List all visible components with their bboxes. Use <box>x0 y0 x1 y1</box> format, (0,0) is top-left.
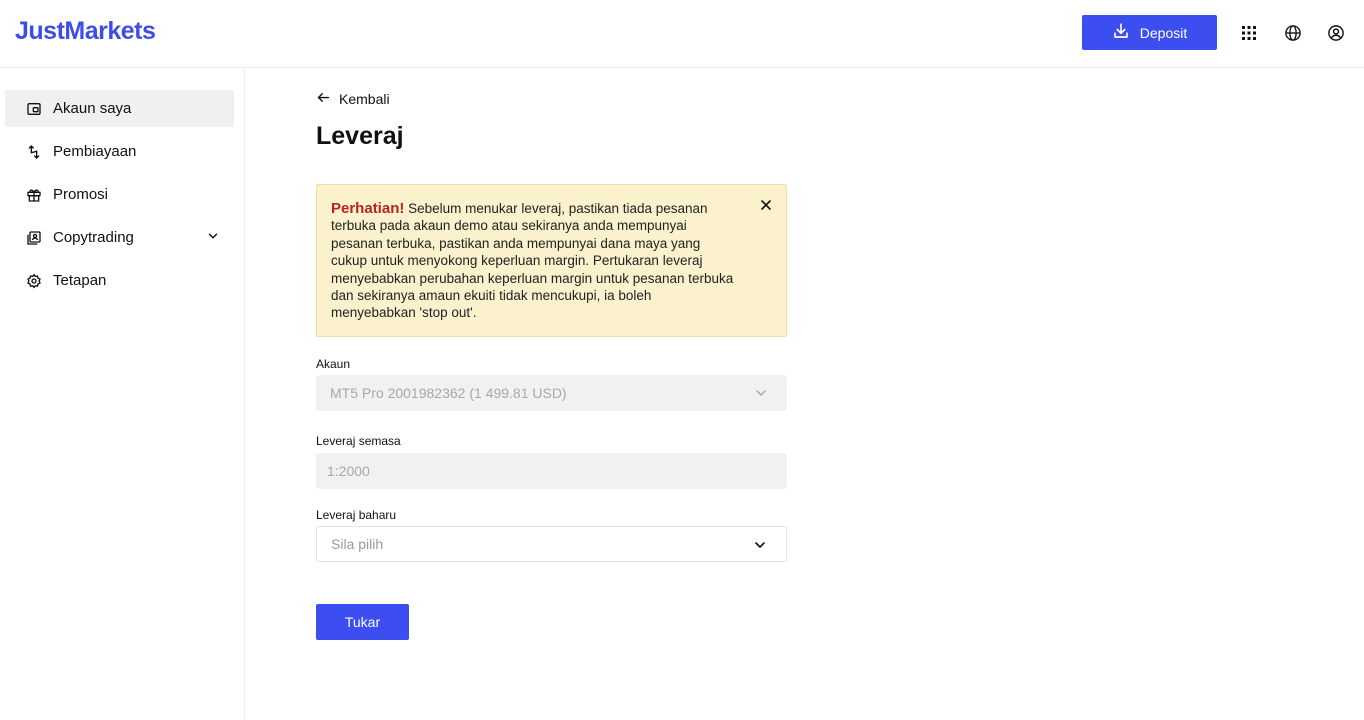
sidebar-item-label: Pembiayaan <box>53 143 137 160</box>
chevron-down-icon <box>752 537 768 556</box>
account-value: MT5 Pro 2001982362 (1 499.81 USD) <box>330 385 567 401</box>
deposit-label: Deposit <box>1139 24 1188 41</box>
apps-grid-icon[interactable] <box>1238 22 1260 44</box>
sidebar-item-akaun-saya[interactable]: Akaun saya <box>5 90 234 127</box>
gear-icon <box>25 272 43 290</box>
chevron-down-icon[interactable] <box>206 229 220 247</box>
top-header: JustMarkets Deposit <box>0 0 1364 68</box>
wallet-icon <box>25 100 43 118</box>
current-leverage-label: Leveraj semasa <box>316 434 401 448</box>
chevron-down-icon <box>753 385 769 404</box>
change-leverage-button[interactable]: Tukar <box>316 604 409 640</box>
close-icon[interactable] <box>758 197 774 213</box>
sidebar-item-label: Copytrading <box>53 229 134 246</box>
globe-icon[interactable] <box>1282 22 1304 44</box>
sidebar: Akaun saya Pembiayaan Promosi Copytradin… <box>0 69 245 720</box>
new-leverage-label: Leveraj baharu <box>316 508 397 522</box>
sidebar-item-label: Tetapan <box>53 272 107 289</box>
account-select: MT5 Pro 2001982362 (1 499.81 USD) <box>316 375 787 411</box>
sidebar-item-label: Akaun saya <box>53 100 132 117</box>
current-leverage-field: 1:2000 <box>316 453 787 489</box>
current-leverage-value: 1:2000 <box>327 463 370 479</box>
arrow-left-icon <box>316 90 331 108</box>
alert-heading: Perhatian! <box>331 200 405 217</box>
sidebar-item-pembiayaan[interactable]: Pembiayaan <box>5 133 234 170</box>
deposit-button[interactable]: Deposit <box>1082 15 1217 50</box>
submit-label: Tukar <box>344 614 381 630</box>
brand-logo[interactable]: JustMarkets <box>15 17 156 46</box>
warning-alert: Perhatian! Sebelum menukar leveraj, past… <box>316 184 787 337</box>
new-leverage-placeholder: Sila pilih <box>331 536 384 552</box>
sidebar-item-promosi[interactable]: Promosi <box>5 176 234 213</box>
transfer-arrows-icon <box>25 143 43 161</box>
gift-icon <box>25 186 43 204</box>
sidebar-item-label: Promosi <box>53 186 109 203</box>
account-label: Akaun <box>316 357 351 371</box>
user-circle-icon[interactable] <box>1325 22 1347 44</box>
new-leverage-select[interactable]: Sila pilih <box>316 526 787 562</box>
sidebar-item-tetapan[interactable]: Tetapan <box>5 262 234 299</box>
back-link[interactable]: Kembali <box>316 90 390 108</box>
alert-text: Sebelum menukar leveraj, pastikan tiada … <box>331 201 734 321</box>
download-icon <box>1112 22 1130 43</box>
page-title: Leveraj <box>316 122 404 150</box>
copytrading-icon <box>25 229 43 247</box>
back-label: Kembali <box>339 91 390 107</box>
sidebar-item-copytrading[interactable]: Copytrading <box>5 219 234 256</box>
